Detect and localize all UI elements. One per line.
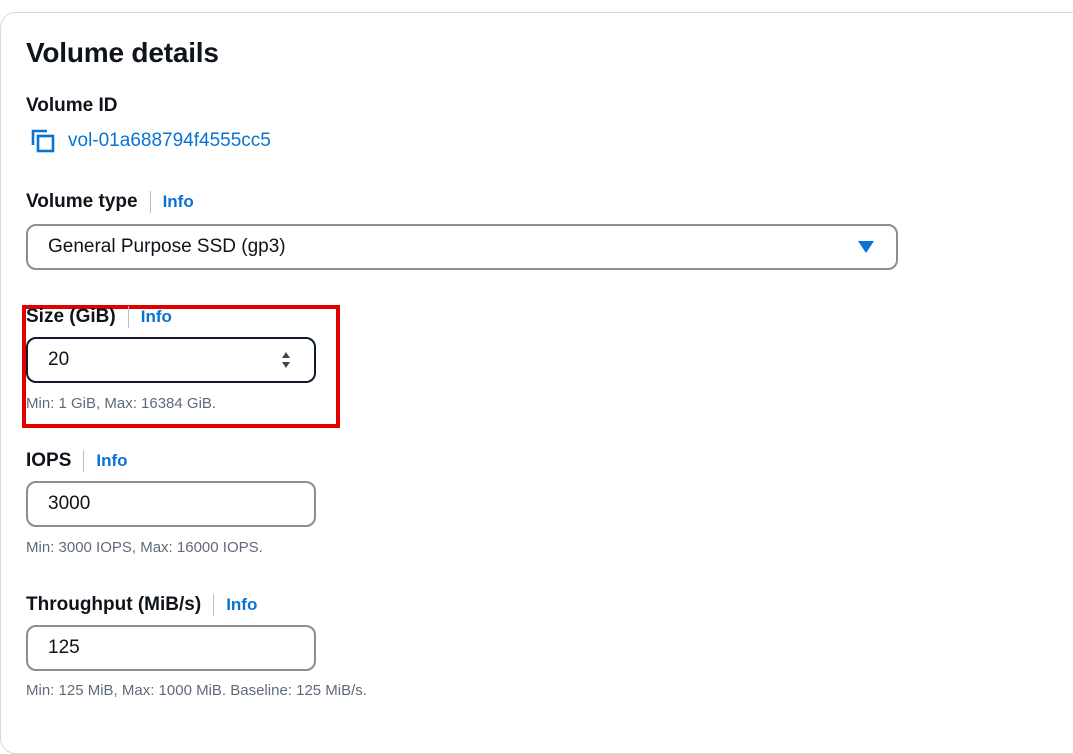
iops-hint: Min: 3000 IOPS, Max: 16000 IOPS.: [26, 539, 263, 556]
volume-type-select[interactable]: General Purpose SSD (gp3): [26, 224, 898, 270]
size-label: Size (GiB) Info: [26, 306, 172, 328]
throughput-hint: Min: 125 MiB, Max: 1000 MiB. Baseline: 1…: [26, 682, 367, 699]
caret-down-icon: [858, 241, 874, 253]
volume-type-selected-value: General Purpose SSD (gp3): [48, 236, 286, 257]
volume-id-label-text: Volume ID: [26, 95, 118, 116]
volume-type-label-text: Volume type: [26, 191, 138, 212]
size-label-text: Size (GiB): [26, 306, 116, 327]
copy-icon[interactable]: [30, 128, 56, 154]
iops-label-text: IOPS: [26, 450, 72, 471]
iops-info-link[interactable]: Info: [83, 450, 128, 472]
iops-label: IOPS Info: [26, 450, 128, 472]
throughput-info-link[interactable]: Info: [213, 594, 257, 616]
volume-id-link[interactable]: vol-01a688794f4555cc5: [68, 130, 271, 152]
throughput-label-text: Throughput (MiB/s): [26, 594, 202, 615]
volume-type-info-link[interactable]: Info: [149, 191, 194, 213]
iops-input[interactable]: 3000: [26, 481, 316, 527]
size-hint: Min: 1 GiB, Max: 16384 GiB.: [26, 395, 217, 412]
throughput-input[interactable]: 125: [26, 625, 316, 671]
iops-input-value: 3000: [48, 493, 91, 514]
volume-id-label: Volume ID: [26, 95, 118, 117]
size-info-link[interactable]: Info: [127, 306, 172, 328]
size-input[interactable]: 20: [26, 337, 316, 383]
volume-id-row: vol-01a688794f4555cc5: [30, 128, 271, 154]
throughput-label: Throughput (MiB/s) Info: [26, 594, 257, 616]
section-title: Volume details: [26, 37, 219, 68]
stepper-arrows-icon[interactable]: [280, 349, 292, 371]
throughput-input-value: 125: [48, 637, 80, 658]
volume-type-label: Volume type Info: [26, 191, 194, 213]
size-input-value: 20: [48, 349, 70, 370]
